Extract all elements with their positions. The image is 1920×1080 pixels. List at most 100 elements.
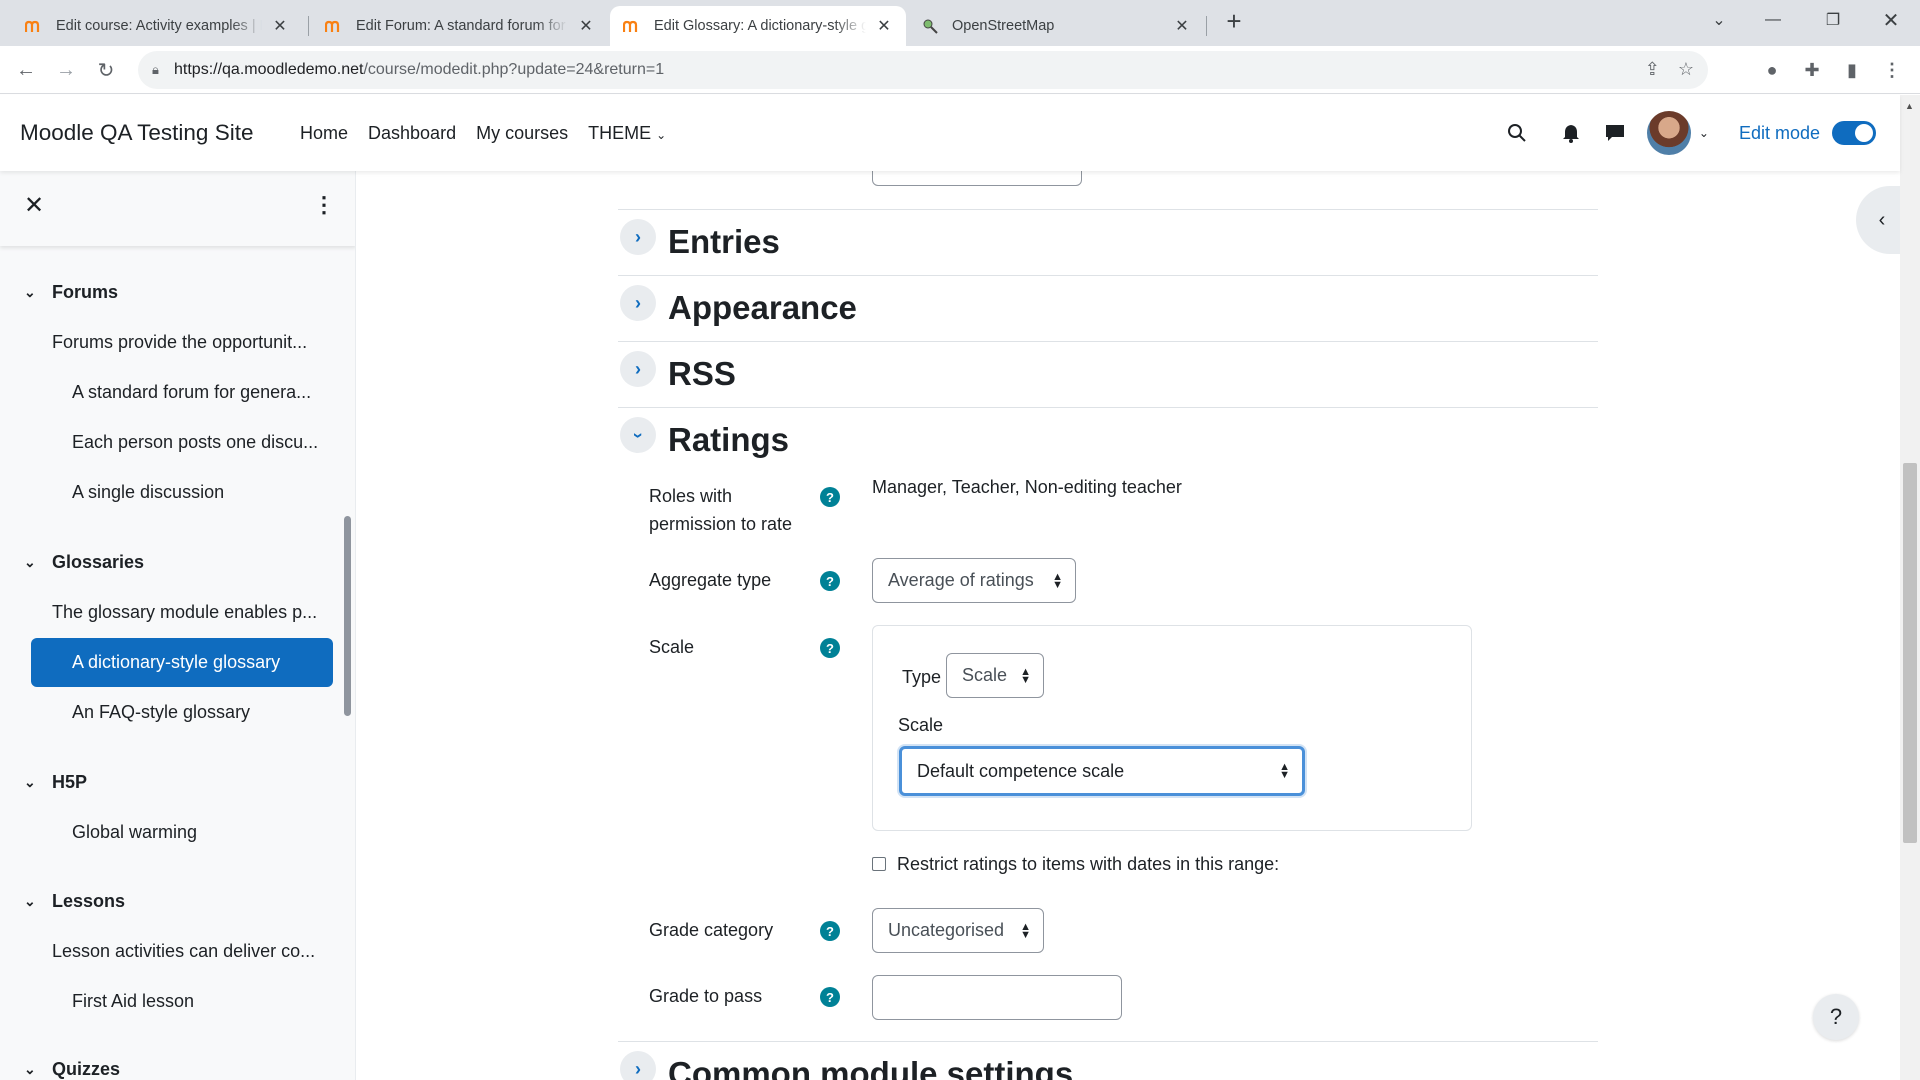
site-name[interactable]: Moodle QA Testing Site	[20, 120, 253, 146]
section-title: Forums	[52, 282, 119, 302]
course-section-h5p[interactable]: ⌄ H5P	[24, 772, 87, 793]
moodle-navbar: Moodle QA Testing Site Home Dashboard My…	[0, 95, 1900, 171]
help-icon[interactable]: ?	[820, 921, 840, 941]
address-bar[interactable]: 🔒︎ https://qa.moodledemo.net/course/mode…	[138, 51, 1708, 89]
scale-type-select[interactable]: Scale ▲ ▼	[946, 653, 1044, 698]
lock-icon: 🔒︎	[152, 62, 159, 77]
course-index-item[interactable]: A standard forum for genera...	[72, 382, 311, 403]
notifications-bell-icon[interactable]	[1551, 113, 1591, 153]
scale-type-label: Type	[902, 667, 942, 687]
footer-help-button[interactable]: ?	[1813, 994, 1859, 1040]
course-section-lessons[interactable]: ⌄ Lessons	[24, 891, 125, 912]
course-index-item[interactable]: Each person posts one discu...	[72, 432, 318, 453]
browser-toolbar: ← → ↻ 🔒︎ https://qa.moodledemo.net/cours…	[0, 46, 1920, 94]
moodle-favicon-icon	[622, 18, 642, 34]
scroll-up-arrow-icon[interactable]: ▲	[1905, 101, 1914, 111]
section-ratings-heading[interactable]: Ratings	[668, 421, 789, 459]
browser-tab-4[interactable]: OpenStreetMap ✕	[908, 6, 1204, 46]
browser-tab-2[interactable]: Edit Forum: A standard forum for general…	[312, 6, 608, 46]
puzzle-extensions-icon[interactable]: ✚	[1798, 56, 1826, 84]
tab-search-chevron-icon[interactable]: ⌄	[1696, 0, 1742, 40]
tab-title: Edit course: Activity examples | Moodle	[56, 18, 262, 34]
tab-title: Edit Forum: A standard forum for general…	[356, 18, 568, 34]
course-index-item[interactable]: Forums provide the opportunit...	[52, 332, 307, 353]
course-index-item[interactable]: The glossary module enables p...	[52, 602, 317, 623]
page-scrollbar-thumb[interactable]	[1903, 463, 1917, 843]
browser-menu-icon[interactable]: ⋮	[1878, 56, 1906, 84]
chevron-right-icon[interactable]: ›	[620, 285, 656, 321]
moodle-favicon-icon	[24, 18, 44, 34]
chevron-down-icon[interactable]: ⌄	[1699, 126, 1709, 140]
course-index-item[interactable]: Lesson activities can deliver co...	[52, 941, 315, 962]
bookmark-star-icon[interactable]: ☆	[1678, 59, 1694, 80]
restrict-ratings-label[interactable]: Restrict ratings to items with dates in …	[897, 850, 1279, 878]
section-common-module-heading[interactable]: Common module settings	[668, 1055, 1073, 1080]
divider	[618, 275, 1598, 276]
close-tab-icon[interactable]: ✕	[270, 16, 290, 36]
chevron-right-icon[interactable]: ›	[620, 219, 656, 255]
close-tab-icon[interactable]: ✕	[576, 16, 596, 36]
nav-theme-menu[interactable]: THEME ⌄	[588, 123, 666, 144]
new-tab-button[interactable]: +	[1220, 8, 1248, 36]
course-index-item[interactable]: Global warming	[72, 822, 197, 843]
user-avatar[interactable]	[1646, 111, 1691, 155]
section-rss-heading[interactable]: RSS	[668, 355, 736, 393]
extension-icon[interactable]: ●	[1758, 56, 1786, 84]
restore-button[interactable]: ❐	[1810, 0, 1856, 40]
scale-sub-label: Scale	[898, 715, 944, 735]
aggregate-type-select[interactable]: Average of ratings ▲ ▼	[872, 558, 1076, 603]
close-tab-icon[interactable]: ✕	[1172, 16, 1192, 36]
glossary-type-select-partial[interactable]	[872, 171, 1082, 186]
back-arrow-icon[interactable]: ←	[10, 54, 42, 86]
chevron-right-icon[interactable]: ›	[620, 351, 656, 387]
more-options-icon[interactable]: ⋮	[310, 191, 338, 219]
messages-icon[interactable]	[1595, 113, 1635, 153]
url-path: /course/modedit.php?update=24&return=1	[363, 61, 665, 78]
section-entries-heading[interactable]: Entries	[668, 223, 780, 261]
drawer-scrollbar[interactable]	[344, 516, 351, 716]
course-section-glossaries[interactable]: ⌄ Glossaries	[24, 552, 144, 573]
chevron-down-icon: ⌄	[24, 893, 36, 909]
course-index-item[interactable]: A single discussion	[72, 482, 224, 503]
grade-to-pass-label: Grade to pass	[649, 986, 763, 1006]
help-icon[interactable]: ?	[820, 987, 840, 1007]
side-panel-icon[interactable]: ▮	[1838, 56, 1866, 84]
help-icon[interactable]: ?	[820, 487, 840, 507]
section-appearance-heading[interactable]: Appearance	[668, 289, 857, 327]
minimize-button[interactable]: —	[1750, 0, 1796, 40]
chevron-right-icon[interactable]: ›	[620, 1051, 656, 1080]
divider	[618, 341, 1598, 342]
course-section-quizzes[interactable]: ⌄ Quizzes	[24, 1059, 120, 1080]
page-scrollbar[interactable]: ▲	[1900, 95, 1920, 1080]
course-section-forums[interactable]: ⌄ Forums	[24, 282, 118, 303]
divider	[618, 1041, 1598, 1042]
course-index-item[interactable]: First Aid lesson	[72, 991, 194, 1012]
select-arrows-icon: ▲ ▼	[1279, 761, 1290, 781]
nav-my-courses-link[interactable]: My courses	[476, 123, 568, 144]
grade-category-select[interactable]: Uncategorised ▲ ▼	[872, 908, 1044, 953]
close-window-button[interactable]: ✕	[1868, 0, 1914, 40]
search-icon[interactable]	[1497, 113, 1537, 153]
select-value: Uncategorised	[888, 920, 1005, 940]
close-tab-icon[interactable]: ✕	[874, 16, 894, 36]
restrict-ratings-checkbox[interactable]	[872, 857, 886, 871]
share-icon[interactable]: ⇪	[1645, 59, 1660, 80]
course-index-item-current[interactable]: A dictionary-style glossary	[31, 638, 333, 687]
grade-to-pass-input[interactable]	[872, 975, 1122, 1020]
course-index-item[interactable]: An FAQ-style glossary	[72, 702, 250, 723]
browser-tab-3-active[interactable]: Edit Glossary: A dictionary-style glossa…	[610, 6, 906, 46]
forward-arrow-icon[interactable]: →	[50, 54, 82, 86]
section-title: Quizzes	[52, 1059, 121, 1079]
reload-icon[interactable]: ↻	[90, 54, 122, 86]
scale-select[interactable]: Default competence scale ▲ ▼	[899, 746, 1305, 796]
browser-tab-1[interactable]: Edit course: Activity examples | Moodle …	[12, 6, 302, 46]
help-icon[interactable]: ?	[820, 571, 840, 591]
chevron-down-icon[interactable]: ›	[620, 417, 656, 453]
close-drawer-icon[interactable]: ✕	[20, 191, 48, 219]
navbar-user-area: ⌄ Edit mode	[1497, 111, 1900, 155]
nav-dashboard-link[interactable]: Dashboard	[368, 123, 456, 144]
select-value: Default competence scale	[917, 760, 1125, 781]
nav-home-link[interactable]: Home	[300, 123, 348, 144]
help-icon[interactable]: ?	[820, 638, 840, 658]
edit-mode-toggle[interactable]	[1832, 121, 1876, 145]
